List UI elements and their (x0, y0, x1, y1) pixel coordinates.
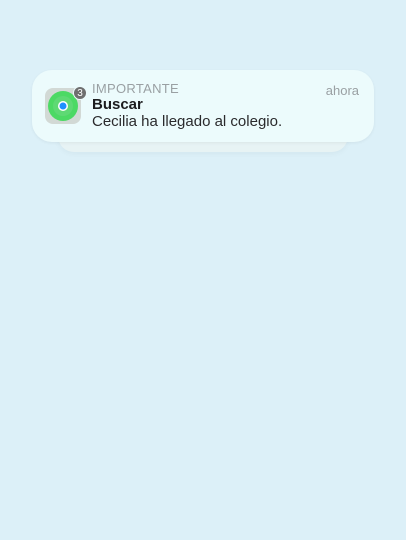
notification-count-badge: 3 (73, 86, 87, 100)
home-screen: { "notification": { "category": "IMPORTA… (0, 0, 406, 540)
notification-card[interactable]: 3 IMPORTANTE ahora Buscar Cecilia ha lle… (32, 70, 374, 142)
notification-time: ahora (325, 83, 359, 98)
notification-category: IMPORTANTE (92, 81, 180, 96)
notification-message: Cecilia ha llegado al colegio. (92, 113, 283, 130)
notification-app-name: Buscar (92, 96, 143, 113)
app-icon-container: 3 (45, 86, 87, 124)
